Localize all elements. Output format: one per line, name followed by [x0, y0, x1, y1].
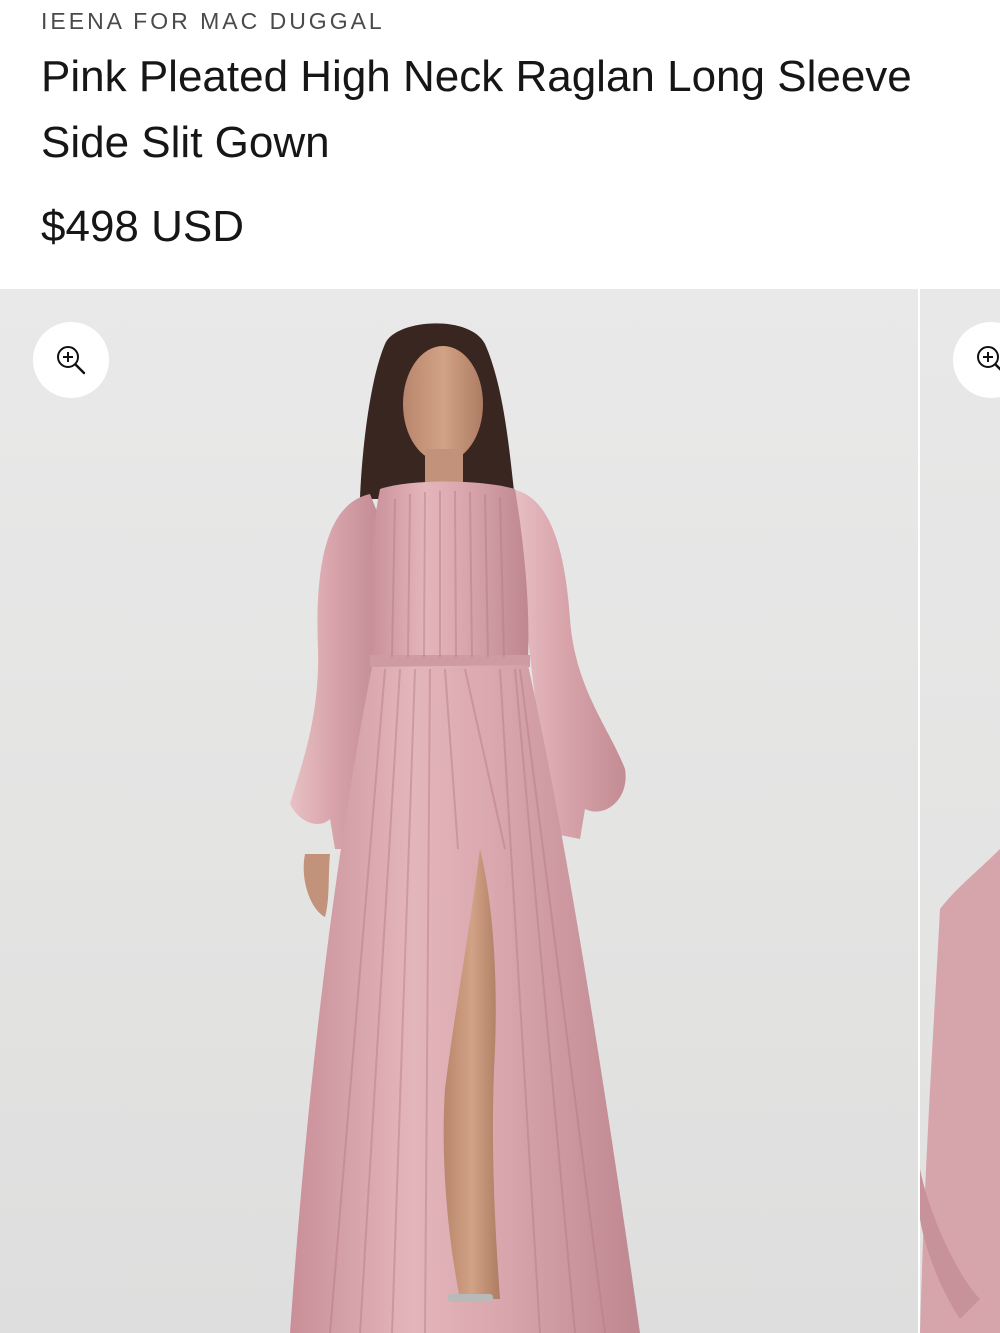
gallery-slide-next[interactable] [920, 289, 1000, 1333]
product-vendor[interactable]: IEENA FOR MAC DUGGAL [41, 8, 385, 35]
product-gallery[interactable] [0, 289, 1000, 1333]
zoom-in-icon [977, 346, 1000, 371]
product-photo-next [920, 849, 1000, 1333]
product-header: IEENA FOR MAC DUGGAL Pink Pleated High N… [0, 0, 1000, 289]
product-price: $498 USD [41, 202, 245, 251]
zoom-button[interactable] [33, 322, 109, 398]
gallery-slide-main[interactable] [0, 289, 918, 1333]
zoom-in-icon [57, 346, 86, 375]
product-title: Pink Pleated High Neck Raglan Long Sleev… [41, 52, 912, 167]
product-page: IEENA FOR MAC DUGGAL Pink Pleated High N… [0, 0, 1000, 1333]
product-photo [290, 323, 640, 1333]
